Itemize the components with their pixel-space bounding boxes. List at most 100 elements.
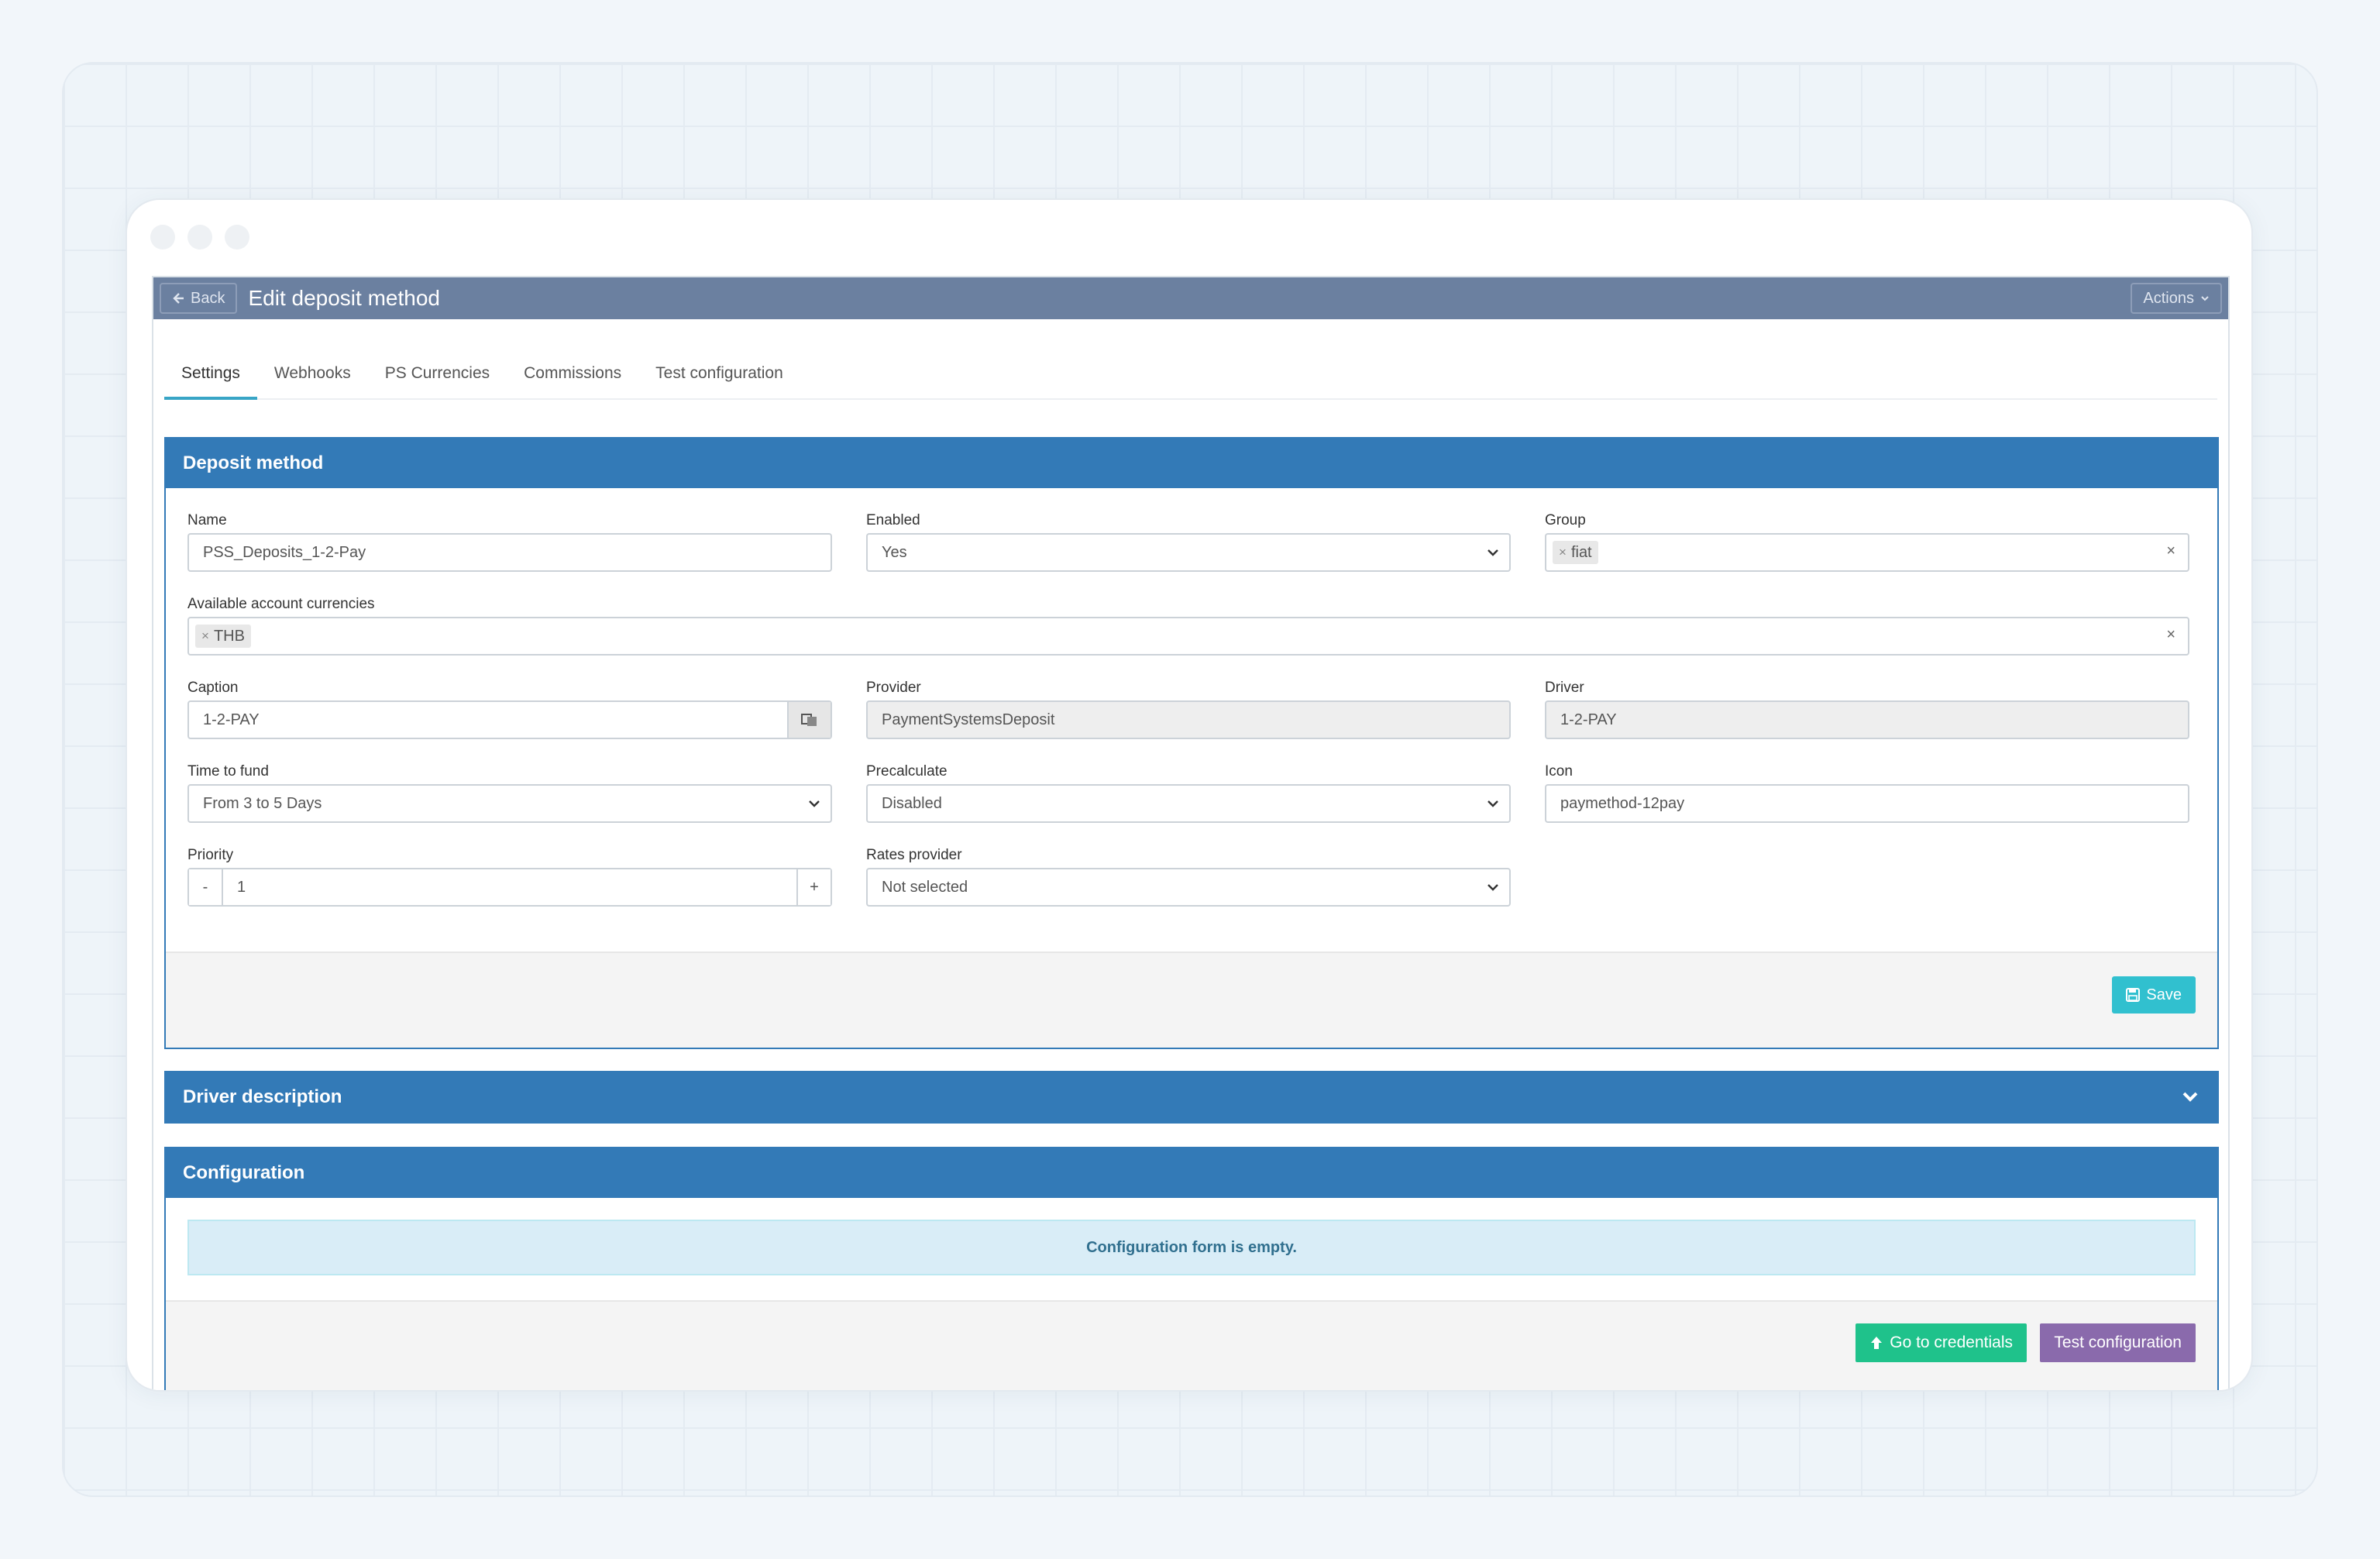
precalculate-label: Precalculate [866,763,948,780]
language-icon [801,714,817,726]
clear-icon[interactable]: × [2166,626,2175,644]
tab-settings[interactable]: Settings [164,349,257,400]
configuration-footer: Go to credentials Test configuration [166,1300,2217,1390]
currency-tag: × THB [195,625,251,648]
arrow-left-icon [173,293,184,304]
tab-webhooks[interactable]: Webhooks [257,349,368,398]
enabled-group: Enabled Yes [866,511,1511,572]
chevron-down-icon [1488,884,1498,891]
deposit-method-heading: Deposit method [166,439,2217,488]
app-window: Back Edit deposit method Actions Setting… [126,198,2253,1392]
time-to-fund-value: From 3 to 5 Days [203,794,322,812]
caption-value: 1-2-PAY [203,711,260,728]
translate-button[interactable] [787,702,831,738]
priority-label: Priority [187,847,234,863]
enabled-value: Yes [882,543,907,561]
window-controls [150,225,249,250]
page-header: Back Edit deposit method Actions [153,277,2228,319]
driver-description-heading[interactable]: Driver description [166,1072,2217,1122]
page-title: Edit deposit method [248,286,440,310]
close-dot[interactable] [150,225,175,250]
configuration-heading: Configuration [166,1148,2217,1198]
driver-description-panel: Driver description [164,1071,2219,1124]
icon-input[interactable]: paymethod-12pay [1545,784,2189,823]
actions-label: Actions [2143,289,2194,307]
configuration-panel: Configuration Configuration form is empt… [164,1147,2219,1390]
name-label: Name [187,512,227,528]
currencies-group: Available account currencies × THB × [187,595,2189,656]
deposit-method-footer: Save [166,952,2217,1048]
priority-group: Priority - 1 + [187,846,832,907]
go-to-credentials-label: Go to credentials [1890,1334,2013,1351]
currencies-multiselect[interactable]: × THB × [187,617,2189,656]
priority-input[interactable]: 1 [237,879,246,897]
precalculate-group: Precalculate Disabled [866,762,1511,823]
chevron-down-icon [2201,296,2209,301]
caption-input[interactable]: 1-2-PAY [187,700,832,739]
remove-tag-icon[interactable]: × [1559,545,1567,560]
rates-provider-group: Rates provider Not selected [866,846,1511,907]
back-label: Back [191,289,225,307]
group-multiselect[interactable]: × fiat × [1545,533,2189,572]
minimize-dot[interactable] [187,225,212,250]
driver-input: 1-2-PAY [1545,700,2189,739]
enabled-label: Enabled [866,512,920,528]
page-content: Back Edit deposit method Actions Setting… [152,276,2230,1390]
rates-provider-label: Rates provider [866,847,962,863]
back-button[interactable]: Back [160,283,238,314]
clear-icon[interactable]: × [2166,542,2175,560]
group-group: Group × fiat × [1545,511,2189,572]
name-group: Name PSS_Deposits_1-2-Pay [187,511,832,572]
test-configuration-button[interactable]: Test configuration [2040,1323,2196,1362]
priority-decrement-button[interactable]: - [189,869,223,905]
deposit-method-title: Deposit method [183,453,324,473]
save-label: Save [2146,986,2182,1003]
priority-stepper: - 1 + [187,868,832,907]
configuration-title: Configuration [183,1162,305,1183]
provider-label: Provider [866,680,921,696]
tab-bar: Settings Webhooks PS Currencies Commissi… [164,349,2217,400]
arrow-up-icon [1871,1337,1883,1349]
configuration-empty-alert: Configuration form is empty. [187,1220,2196,1275]
configuration-body: Configuration form is empty. [166,1198,2217,1300]
remove-tag-icon[interactable]: × [201,628,209,644]
deposit-method-form: Name PSS_Deposits_1-2-Pay Enabled Yes Gr… [166,488,2217,952]
driver-description-title: Driver description [183,1086,342,1107]
provider-input: PaymentSystemsDeposit [866,700,1511,739]
group-tag: × fiat [1553,541,1598,564]
caption-label: Caption [187,680,239,696]
enabled-select[interactable]: Yes [866,533,1511,572]
driver-label: Driver [1545,680,1584,696]
provider-group: Provider PaymentSystemsDeposit [866,679,1511,739]
maximize-dot[interactable] [225,225,249,250]
actions-dropdown-button[interactable]: Actions [2131,283,2222,314]
chevron-down-icon [1488,549,1498,556]
rates-provider-value: Not selected [882,878,968,896]
precalculate-select[interactable]: Disabled [866,784,1511,823]
time-to-fund-select[interactable]: From 3 to 5 Days [187,784,832,823]
precalculate-value: Disabled [882,794,942,812]
time-to-fund-label: Time to fund [187,763,269,780]
deposit-method-panel: Deposit method Name PSS_Deposits_1-2-Pay… [164,437,2219,1049]
tab-commissions[interactable]: Commissions [507,349,638,398]
group-tag-label: fiat [1570,543,1592,561]
priority-increment-button[interactable]: + [796,869,831,905]
currency-tag-label: THB [213,627,245,645]
save-button[interactable]: Save [2112,976,2196,1014]
icon-group: Icon paymethod-12pay [1545,762,2189,823]
driver-group: Driver 1-2-PAY [1545,679,2189,739]
icon-label: Icon [1545,763,1573,780]
currencies-label: Available account currencies [187,596,375,612]
floppy-disk-icon [2126,988,2141,1002]
go-to-credentials-button[interactable]: Go to credentials [1856,1323,2027,1362]
chevron-down-icon [809,800,820,807]
chevron-down-icon [1488,800,1498,807]
name-input[interactable]: PSS_Deposits_1-2-Pay [187,533,832,572]
tab-ps-currencies[interactable]: PS Currencies [368,349,507,398]
tab-test-configuration[interactable]: Test configuration [638,349,800,398]
rates-provider-select[interactable]: Not selected [866,868,1511,907]
group-label: Group [1545,512,1586,528]
caption-group: Caption 1-2-PAY [187,679,832,739]
chevron-down-icon[interactable] [2180,1086,2200,1106]
time-to-fund-group: Time to fund From 3 to 5 Days [187,762,832,823]
